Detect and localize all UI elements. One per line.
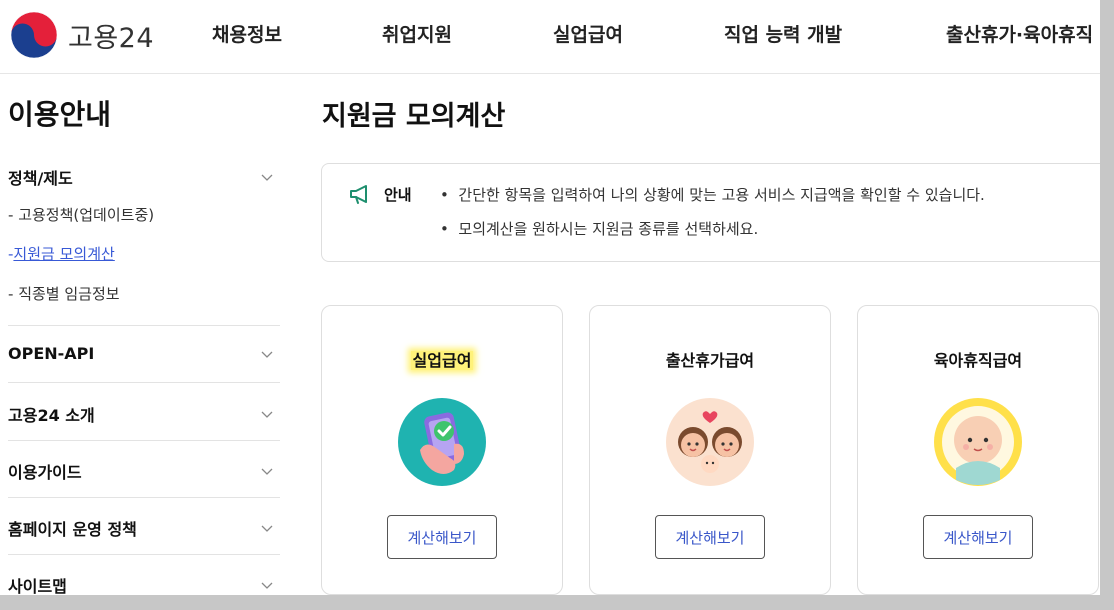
card-title: 실업급여 — [410, 351, 474, 370]
sidebar-title: 이용안내 — [8, 98, 112, 131]
notice-line: • 간단한 항목을 입력하여 나의 상황에 맞는 고용 서비스 지급액을 확인할… — [440, 186, 985, 204]
sidebar-item-subsidy-calculator[interactable]: -지원금 모의계산 — [8, 243, 115, 264]
nav-maternity-parental-leave[interactable]: 출산휴가·육아휴직 — [946, 20, 1093, 47]
calculate-button[interactable]: 계산해보기 — [387, 515, 497, 559]
sidebar-group-site-policy[interactable]: 홈페이지 운영 정책 — [8, 516, 280, 540]
divider — [8, 554, 280, 555]
chevron-down-icon — [261, 582, 273, 589]
sidebar-group-user-guide[interactable]: 이용가이드 — [8, 459, 280, 483]
divider — [8, 497, 280, 498]
sidebar-group-label: 홈페이지 운영 정책 — [8, 520, 137, 539]
chevron-down-icon — [261, 174, 273, 181]
sidebar-group-open-api[interactable]: OPEN-API — [8, 344, 280, 363]
sidebar-group-about[interactable]: 고용24 소개 — [8, 402, 280, 426]
sidebar-item-wage-info[interactable]: - 직종별 임금정보 — [8, 283, 120, 304]
divider — [8, 325, 280, 326]
sidebar-group-label: OPEN-API — [8, 344, 95, 363]
parents-baby-icon — [666, 398, 754, 486]
card-unemployment-benefit: 실업급여 계산해보기 — [321, 305, 563, 595]
card-parental-leave-benefit: 육아휴직급여 계산해보기 — [857, 305, 1099, 595]
sidebar-group-label: 정책/제도 — [8, 169, 73, 188]
card-title: 육아휴직급여 — [933, 351, 1023, 370]
top-header: 고용24 채용정보 취업지원 실업급여 직업 능력 개발 출산휴가·육아휴직 — [0, 0, 1100, 74]
card-title: 출산휴가급여 — [665, 351, 755, 370]
sidebar-group-label: 이용가이드 — [8, 463, 82, 482]
taegeuk-logo-icon — [10, 11, 58, 59]
nav-unemployment-benefit[interactable]: 실업급여 — [553, 20, 623, 47]
card-maternity-leave-benefit: 출산휴가급여 계산해보기 — [589, 305, 831, 595]
sidebar-group-label: 고용24 소개 — [8, 406, 95, 425]
chevron-down-icon — [261, 351, 273, 358]
divider — [8, 382, 280, 383]
baby-icon — [934, 398, 1022, 486]
notice-label: 안내 — [384, 186, 412, 204]
calculate-button[interactable]: 계산해보기 — [923, 515, 1033, 559]
megaphone-icon — [350, 185, 367, 204]
divider — [8, 440, 280, 441]
sidebar-group-policy[interactable]: 정책/제도 — [8, 165, 280, 189]
sidebar-item-employment-policy[interactable]: - 고용정책(업데이트중) — [8, 204, 154, 225]
page-title: 지원금 모의계산 — [322, 101, 506, 132]
page-frame: 고용24 채용정보 취업지원 실업급여 직업 능력 개발 출산휴가·육아휴직 이… — [0, 0, 1100, 595]
calculate-button[interactable]: 계산해보기 — [655, 515, 765, 559]
nav-job-info[interactable]: 채용정보 — [212, 20, 282, 47]
logo-text: 고용24 — [68, 22, 155, 54]
notice-box: 안내 • 간단한 항목을 입력하여 나의 상황에 맞는 고용 서비스 지급액을 … — [321, 163, 1100, 262]
phone-hand-check-icon — [398, 398, 486, 486]
notice-line: • 모의계산을 원하시는 지원금 종류를 선택하세요. — [440, 220, 759, 238]
chevron-down-icon — [261, 411, 273, 418]
sidebar-group-label: 사이트맵 — [8, 577, 67, 595]
sidebar-group-sitemap[interactable]: 사이트맵 — [8, 573, 280, 595]
nav-job-skill-development[interactable]: 직업 능력 개발 — [724, 20, 842, 47]
nav-employment-support[interactable]: 취업지원 — [382, 20, 452, 47]
chevron-down-icon — [261, 525, 273, 532]
logo[interactable]: 고용24 — [10, 11, 154, 59]
chevron-down-icon — [261, 468, 273, 475]
